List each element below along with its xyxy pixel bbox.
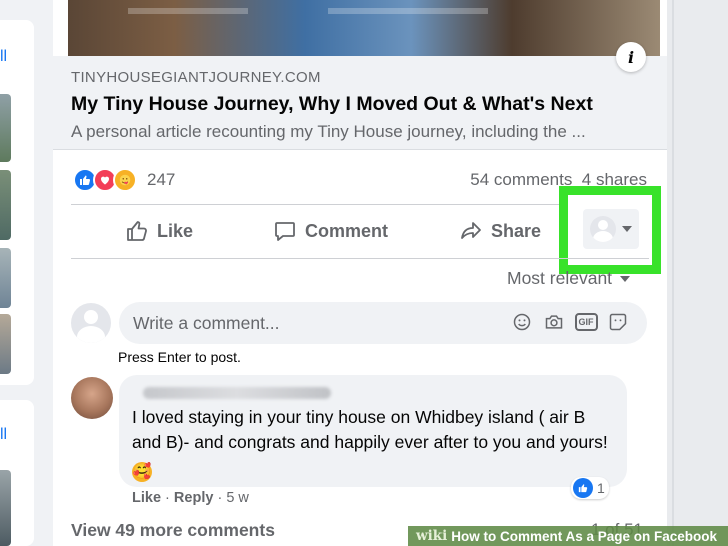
sort-comments-dropdown[interactable]: Most relevant [507, 268, 631, 289]
comment-body: I loved staying in your tiny house on Wh… [132, 405, 616, 482]
reaction-summary[interactable]: 247 [73, 168, 175, 192]
comment-text: I loved staying in your tiny house on Wh… [132, 407, 608, 452]
post-card: TINYHOUSEGIANTJOURNEY.COM My Tiny House … [53, 0, 667, 546]
right-background [667, 0, 728, 546]
caret-down-icon [622, 226, 632, 232]
share-arrow-icon [461, 222, 481, 239]
view-more-comments-link[interactable]: View 49 more comments [71, 520, 275, 541]
link-domain: TINYHOUSEGIANTJOURNEY.COM [71, 69, 321, 86]
see-all-link[interactable]: ll [0, 426, 7, 444]
share-button[interactable]: Share [459, 216, 541, 246]
like-label: Like [157, 220, 194, 241]
separator: · [217, 490, 223, 506]
comment-meta: Like · Reply · 5 w [132, 490, 249, 506]
separator: · [165, 490, 170, 506]
comment-like-link[interactable]: Like [132, 490, 161, 506]
watermark-logo: wiki [416, 528, 448, 544]
scrollbar-track[interactable] [672, 0, 674, 546]
comment-button[interactable]: Comment [273, 216, 388, 246]
share-label: Share [491, 220, 542, 241]
see-all-link[interactable]: ll [0, 48, 7, 66]
commenter-avatar[interactable] [71, 377, 113, 419]
left-sidebar: ll ll [0, 0, 38, 546]
composer-tools: GIF [511, 311, 639, 333]
comment-time[interactable]: 5 w [226, 490, 249, 506]
thumbnail-image[interactable] [0, 314, 11, 374]
smiling-hearts-emoji: 🥰 [132, 462, 152, 482]
highlight-box [559, 186, 661, 274]
profile-avatar-icon [590, 216, 616, 242]
caret-down-icon [620, 275, 631, 282]
thumbnail-image[interactable] [0, 94, 11, 162]
camera-icon[interactable] [543, 311, 565, 333]
gif-label: GIF [574, 313, 598, 331]
care-icon [113, 168, 137, 192]
link-preview-image[interactable] [68, 0, 660, 56]
watermark-banner: wiki How to Comment As a Page on Faceboo… [408, 526, 728, 546]
thumbnail-image[interactable] [0, 248, 11, 308]
profile-selector-button[interactable] [583, 209, 639, 249]
link-description: A personal article recounting my Tiny Ho… [71, 122, 586, 141]
thumbs-up-icon [127, 221, 147, 241]
gif-icon[interactable]: GIF [574, 311, 598, 333]
composer-hint: Press Enter to post. [118, 349, 241, 365]
sort-label: Most relevant [507, 268, 613, 288]
left-sidebar-card: ll [0, 400, 34, 546]
thumbnail-image[interactable] [0, 470, 11, 546]
link-title[interactable]: My Tiny House Journey, Why I Moved Out &… [71, 93, 593, 116]
commenter-name-redacted[interactable] [143, 387, 331, 399]
reaction-count: 247 [147, 170, 176, 189]
current-user-avatar[interactable] [71, 303, 111, 343]
thumbnail-image[interactable] [0, 170, 11, 240]
sticker-icon[interactable] [607, 311, 629, 333]
divider [71, 258, 649, 259]
watermark-title: How to Comment As a Page on Facebook [451, 528, 718, 544]
comment-reply-link[interactable]: Reply [174, 490, 214, 506]
emoji-icon[interactable] [511, 311, 533, 333]
comment-like-count: 1 [597, 480, 605, 496]
comment-bubble: I loved staying in your tiny house on Wh… [119, 375, 627, 487]
info-icon[interactable]: i [616, 42, 646, 72]
comment-reaction-count[interactable]: 1 [571, 477, 609, 499]
comment-label: Comment [305, 220, 389, 241]
like-button[interactable]: Like [125, 216, 193, 246]
link-preview[interactable]: TINYHOUSEGIANTJOURNEY.COM My Tiny House … [53, 56, 667, 150]
left-sidebar-card: ll [0, 20, 34, 385]
like-icon [573, 478, 593, 498]
comment-bubble-icon [275, 222, 295, 241]
